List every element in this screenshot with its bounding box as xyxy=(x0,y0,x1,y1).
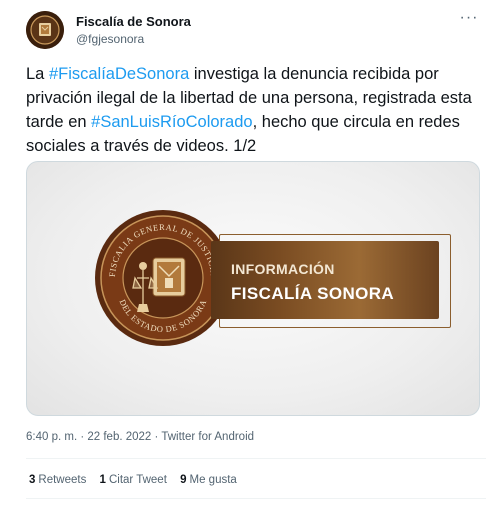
tweet-header: Fiscalía de Sonora @fgjesonora ··· xyxy=(26,10,486,51)
likes-count: 9 xyxy=(180,474,187,486)
retweets-label: Retweets xyxy=(38,474,87,486)
banner-background xyxy=(211,241,439,319)
likes-label: Me gusta xyxy=(189,474,237,486)
divider-bottom xyxy=(26,498,486,499)
hashtag-link[interactable]: #SanLuisRíoColorado xyxy=(91,113,252,131)
tweet-meta: 6:40 p. m. · 22 feb. 2022 · Twitter for … xyxy=(26,431,254,443)
avatar[interactable] xyxy=(26,11,64,49)
meta-separator-2: · xyxy=(151,431,162,443)
divider-top xyxy=(26,458,486,459)
retweets-stat[interactable]: 3 Retweets xyxy=(29,474,86,486)
tweet: Fiscalía de Sonora @fgjesonora ··· La #F… xyxy=(0,0,500,505)
quotes-label: Citar Tweet xyxy=(108,474,167,486)
tweet-stats: 3 Retweets 1 Citar Tweet 9 Me gusta xyxy=(29,474,247,486)
quotes-count: 1 xyxy=(99,474,106,486)
retweets-count: 3 xyxy=(29,474,36,486)
tweet-source[interactable]: Twitter for Android xyxy=(161,431,254,443)
account-handle[interactable]: @fgjesonora xyxy=(76,32,144,46)
tweet-text: La #FiscalíaDeSonora investiga la denunc… xyxy=(26,62,481,158)
tweet-date[interactable]: 22 feb. 2022 xyxy=(87,431,151,443)
likes-stat[interactable]: 9 Me gusta xyxy=(180,474,237,486)
tweet-text-segment: La xyxy=(26,65,49,83)
tweet-time[interactable]: 6:40 p. m. xyxy=(26,431,77,443)
fiscalia-logo-icon xyxy=(26,11,64,49)
banner-line-1: INFORMACIÓN xyxy=(231,261,335,277)
more-options-icon[interactable]: ··· xyxy=(458,10,480,31)
account-name[interactable]: Fiscalía de Sonora xyxy=(76,14,191,29)
banner-line-2: FISCALÍA SONORA xyxy=(231,284,395,303)
quotes-stat[interactable]: 1 Citar Tweet xyxy=(100,474,167,486)
hashtag-link[interactable]: #FiscalíaDeSonora xyxy=(49,65,189,83)
tweet-image[interactable]: FISCALIA GENERAL DE JUSTICIA DEL ESTADO … xyxy=(26,161,480,416)
meta-separator-1: · xyxy=(77,431,88,443)
